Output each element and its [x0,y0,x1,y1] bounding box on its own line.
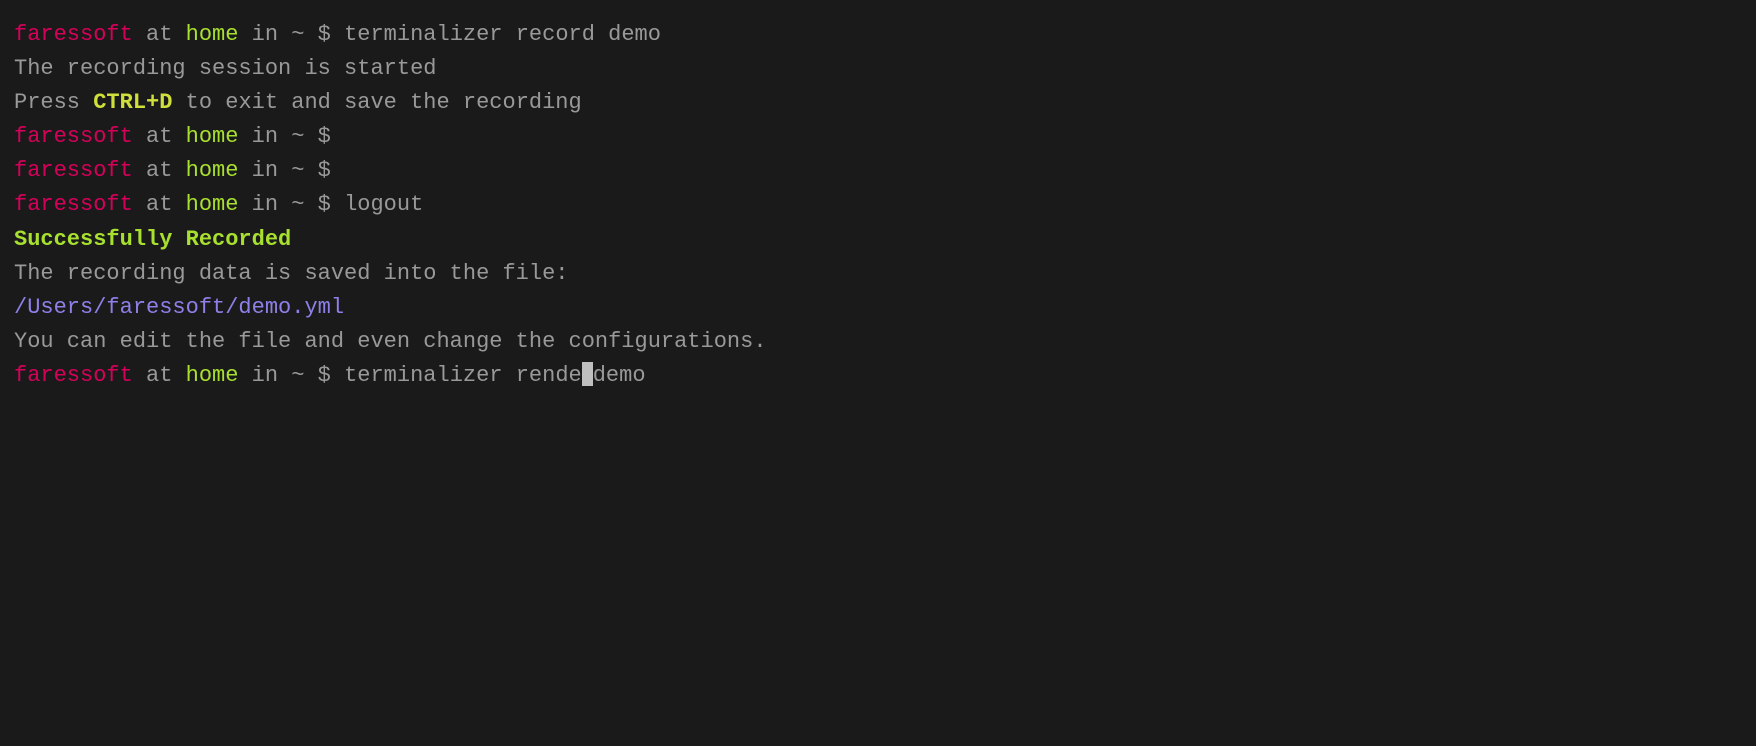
prompt-line-4: faressoft at home in ~ $ logout [14,188,1742,222]
prompt-in: in [238,363,291,388]
prompt-user: faressoft [14,363,133,388]
output-saved-msg: The recording data is saved into the fil… [14,257,1742,291]
cursor-block-icon [582,362,593,386]
prompt-at: at [133,363,186,388]
prompt-host: home [186,363,239,388]
prompt-host: home [186,22,239,47]
prompt-path: ~ [291,158,304,183]
prompt-host: home [186,192,239,217]
prompt-user: faressoft [14,192,133,217]
press-text: Press [14,90,93,115]
prompt-in: in [238,158,291,183]
prompt-line-1: faressoft at home in ~ $ terminalizer re… [14,18,1742,52]
prompt-in: in [238,22,291,47]
prompt-path: ~ [291,22,304,47]
prompt-at: at [133,158,186,183]
prompt-host: home [186,158,239,183]
prompt-in: in [238,192,291,217]
exit-text: to exit and save the recording [172,90,581,115]
output-press-ctrld: Press CTRL+D to exit and save the record… [14,86,1742,120]
prompt-symbol: $ [304,124,344,149]
prompt-symbol: $ [304,22,344,47]
command-partial-after: demo [593,363,646,388]
prompt-user: faressoft [14,158,133,183]
prompt-path: ~ [291,124,304,149]
prompt-line-2: faressoft at home in ~ $ [14,120,1742,154]
prompt-user: faressoft [14,22,133,47]
prompt-path: ~ [291,363,304,388]
prompt-host: home [186,124,239,149]
output-edit-msg: You can edit the file and even change th… [14,325,1742,359]
prompt-at: at [133,192,186,217]
command-partial-before: terminalizer rende [344,363,582,388]
prompt-symbol: $ [304,363,344,388]
prompt-at: at [133,22,186,47]
prompt-symbol: $ [304,158,344,183]
output-success: Successfully Recorded [14,223,1742,257]
command-text: terminalizer record demo [344,22,661,47]
prompt-user: faressoft [14,124,133,149]
terminal-output[interactable]: faressoft at home in ~ $ terminalizer re… [14,18,1742,393]
command-text: logout [344,192,423,217]
output-started: The recording session is started [14,52,1742,86]
prompt-line-3: faressoft at home in ~ $ [14,154,1742,188]
prompt-path: ~ [291,192,304,217]
prompt-symbol: $ [304,192,344,217]
output-file-path: /Users/faressoft/demo.yml [14,291,1742,325]
prompt-at: at [133,124,186,149]
prompt-in: in [238,124,291,149]
ctrl-d-key: CTRL+D [93,90,172,115]
prompt-line-5: faressoft at home in ~ $ terminalizer re… [14,359,1742,393]
